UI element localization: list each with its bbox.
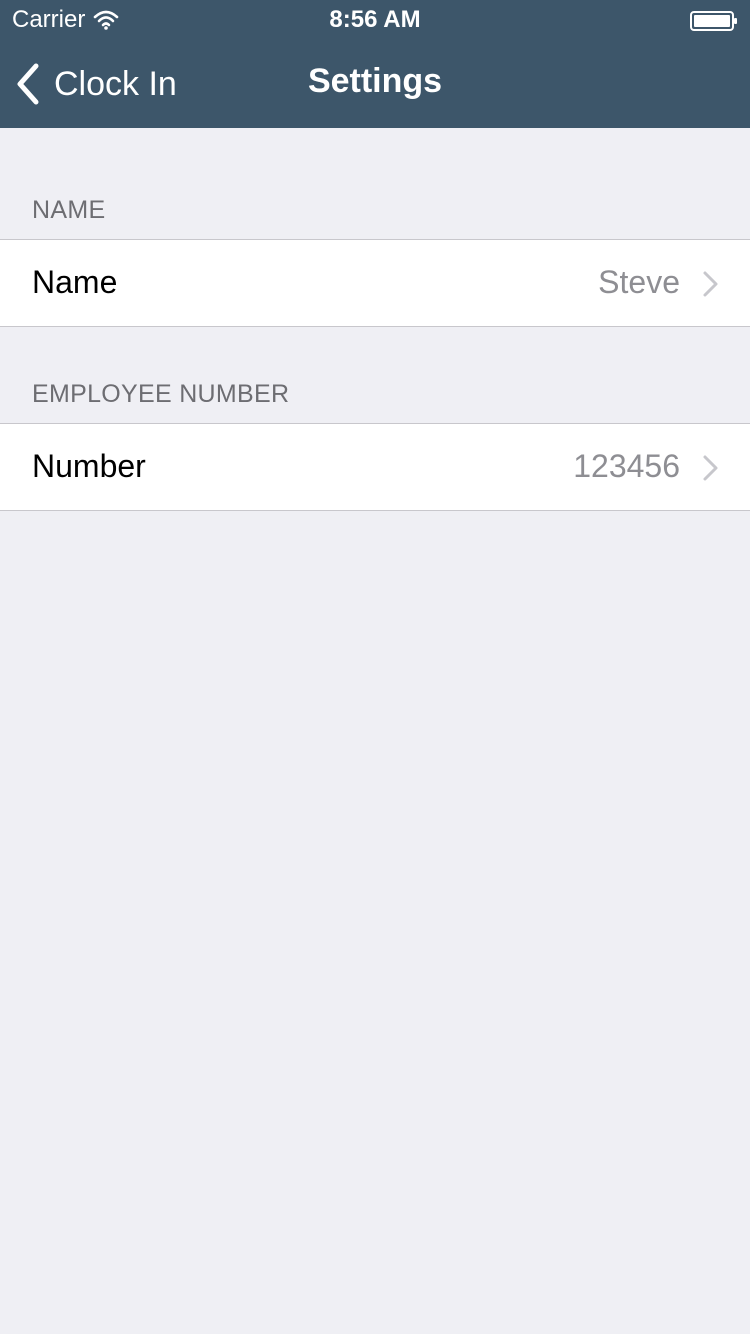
number-row[interactable]: Number 123456 <box>0 423 750 511</box>
page-title: Settings <box>307 62 443 100</box>
navigation-bar: Clock In Settings <box>0 40 750 128</box>
disclosure-chevron-icon <box>703 455 718 481</box>
name-row-label: Name <box>32 264 118 300</box>
section-header-name: NAME <box>32 196 106 224</box>
number-row-label: Number <box>32 448 146 484</box>
name-row-value: Steve <box>598 264 680 300</box>
name-row[interactable]: Name Steve <box>0 239 750 327</box>
status-bar: Carrier 8:56 AM <box>0 0 750 40</box>
status-time: 8:56 AM <box>329 6 421 33</box>
battery-icon <box>690 11 737 31</box>
number-row-value: 123456 <box>573 448 680 484</box>
section-header-employee-number: EMPLOYEE NUMBER <box>32 380 290 408</box>
top-bar: Carrier 8:56 AM Clock In Settings <box>0 0 750 128</box>
disclosure-chevron-icon <box>703 271 718 297</box>
